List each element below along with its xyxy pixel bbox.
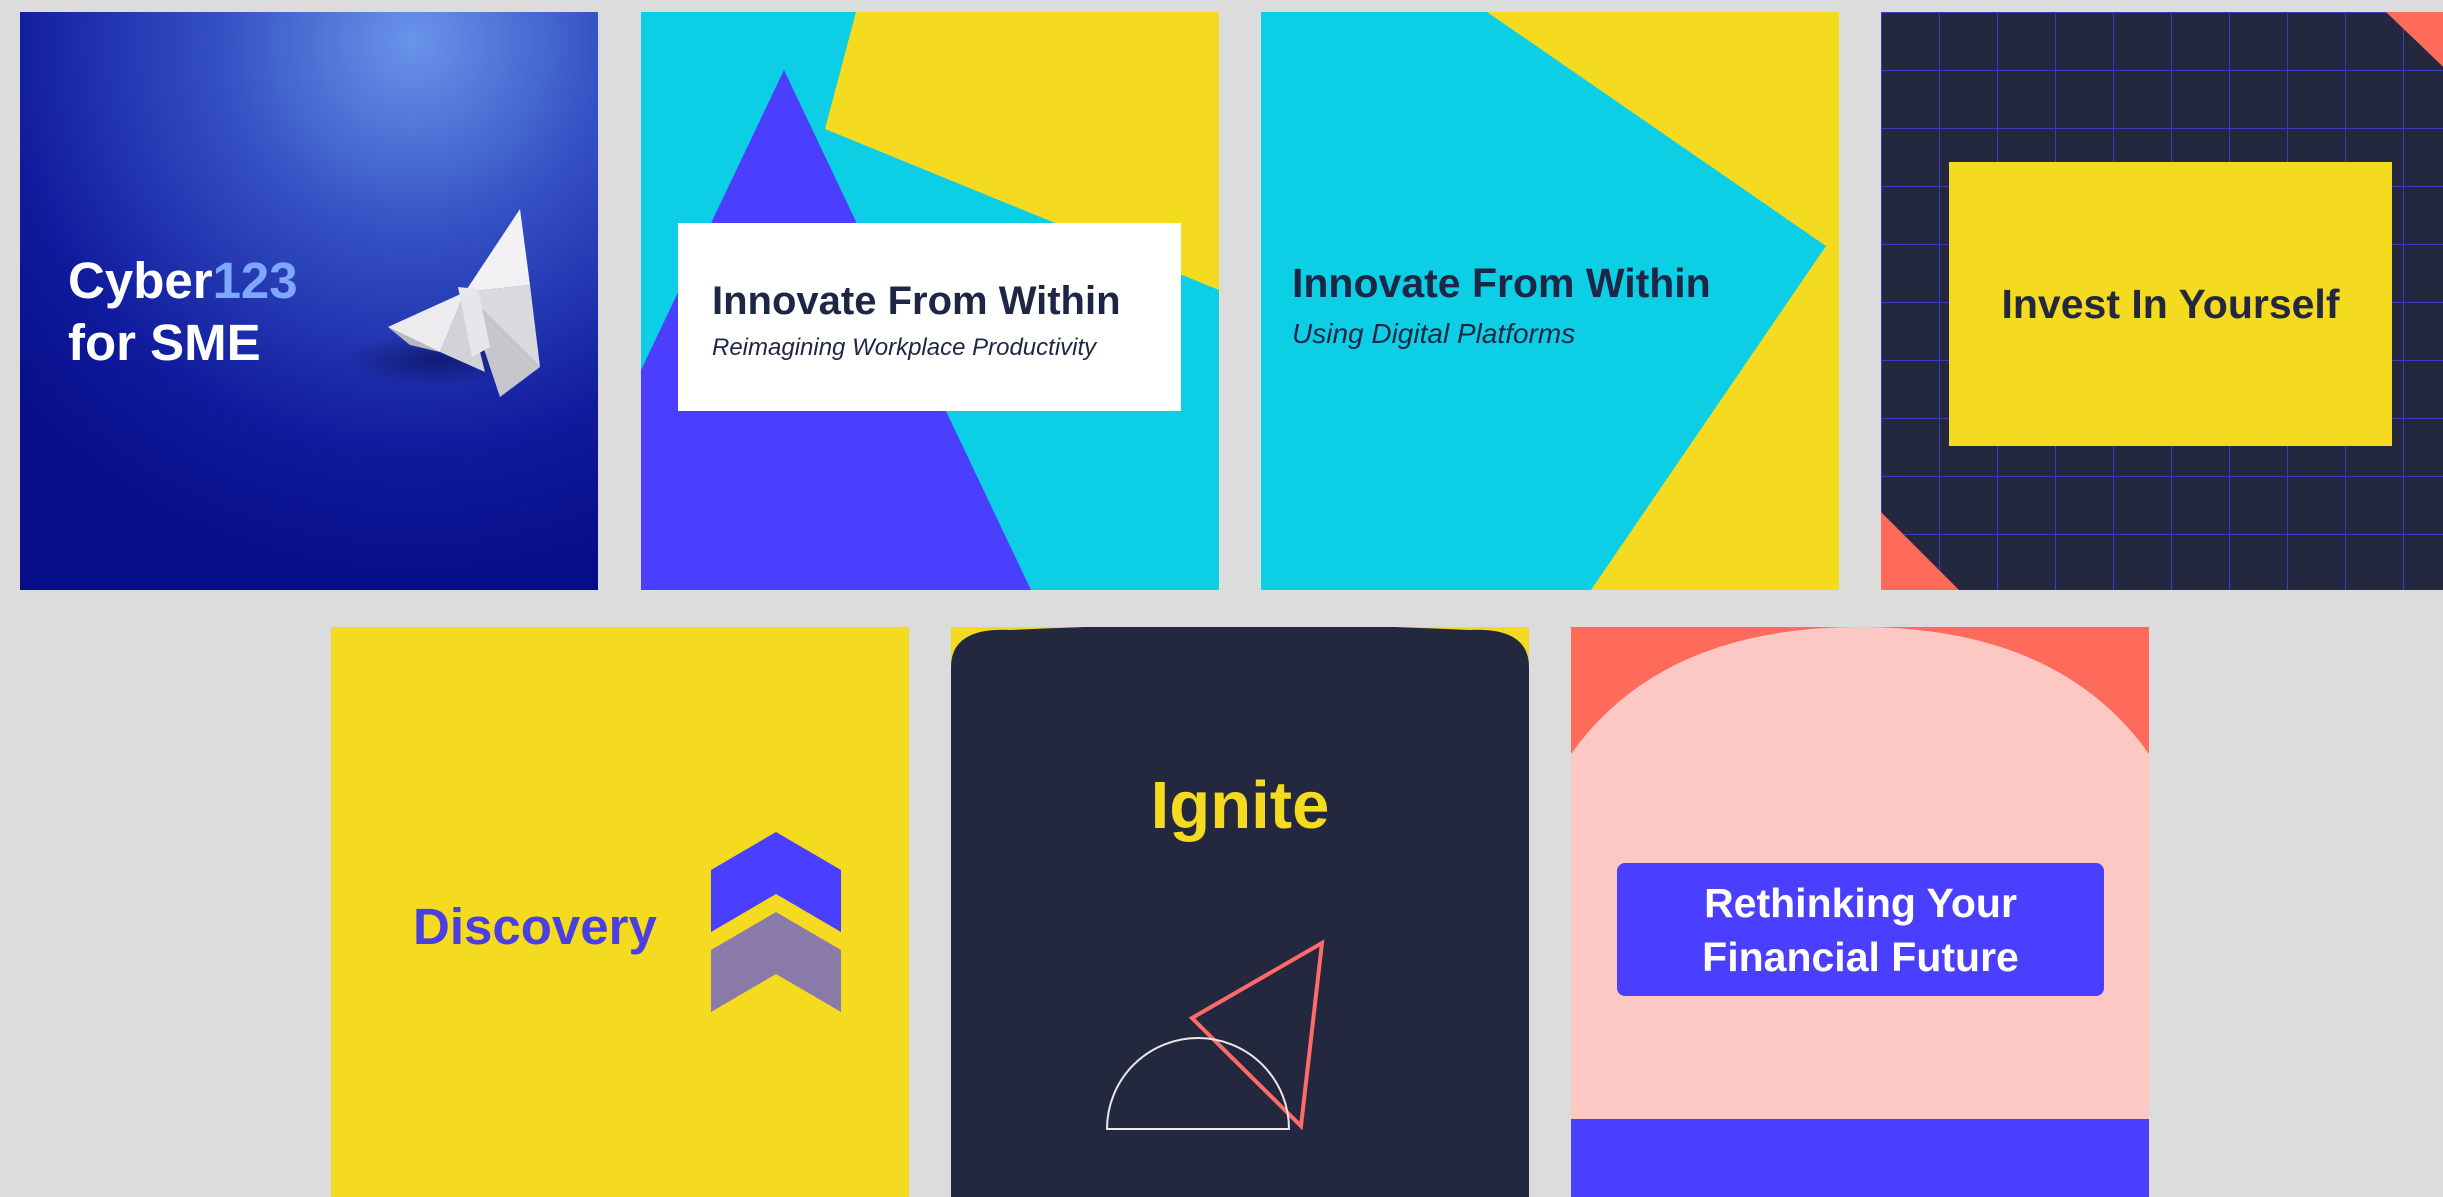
banner-text: Rethinking Your Financial Future (1702, 876, 2019, 984)
card-subheading: Reimagining Workplace Productivity (712, 334, 1097, 361)
banner-line-2: Financial Future (1702, 933, 2019, 980)
headline-banner: Rethinking Your Financial Future (1617, 863, 2104, 996)
origami-butterfly-icon (388, 209, 540, 397)
text-card: Innovate From Within Reimagining Workpla… (678, 223, 1181, 411)
double-chevron-up-icon (711, 832, 841, 1012)
tile-title: Cyber123 for SME (68, 250, 298, 374)
tile-heading: Invest In Yourself (2001, 280, 2340, 327)
title-line-2: for SME (68, 314, 261, 371)
template-card-ignite[interactable]: Ignite (951, 627, 1529, 1197)
template-card-innovate-reimagining[interactable]: Innovate From Within Reimagining Workpla… (641, 12, 1219, 590)
tile-heading: Ignite (1150, 768, 1330, 843)
tile-heading: Discovery (413, 898, 657, 955)
template-card-invest[interactable]: Invest In Yourself (1881, 12, 2443, 590)
card-heading: Innovate From Within (712, 279, 1121, 323)
title-accent: 123 (212, 252, 298, 309)
triangle-semicircle-outline-icon (1105, 939, 1325, 1131)
banner-line-1: Rethinking Your (1704, 879, 2017, 926)
highlight-box: Invest In Yourself (1949, 162, 2392, 446)
tile-subheading: Using Digital Platforms (1292, 318, 1576, 349)
template-card-cyber123[interactable]: Cyber123 for SME (20, 12, 598, 590)
template-card-innovate-digital[interactable]: Innovate From Within Using Digital Platf… (1261, 12, 1839, 590)
title-prefix: Cyber (68, 252, 213, 309)
tile-heading: Innovate From Within (1292, 260, 1711, 306)
template-gallery: Cyber123 for SME Innovate From Within Re… (0, 0, 2443, 1197)
template-card-discovery[interactable]: Discovery (331, 627, 909, 1197)
template-card-financial-future[interactable]: Rethinking Your Financial Future (1571, 627, 2149, 1197)
